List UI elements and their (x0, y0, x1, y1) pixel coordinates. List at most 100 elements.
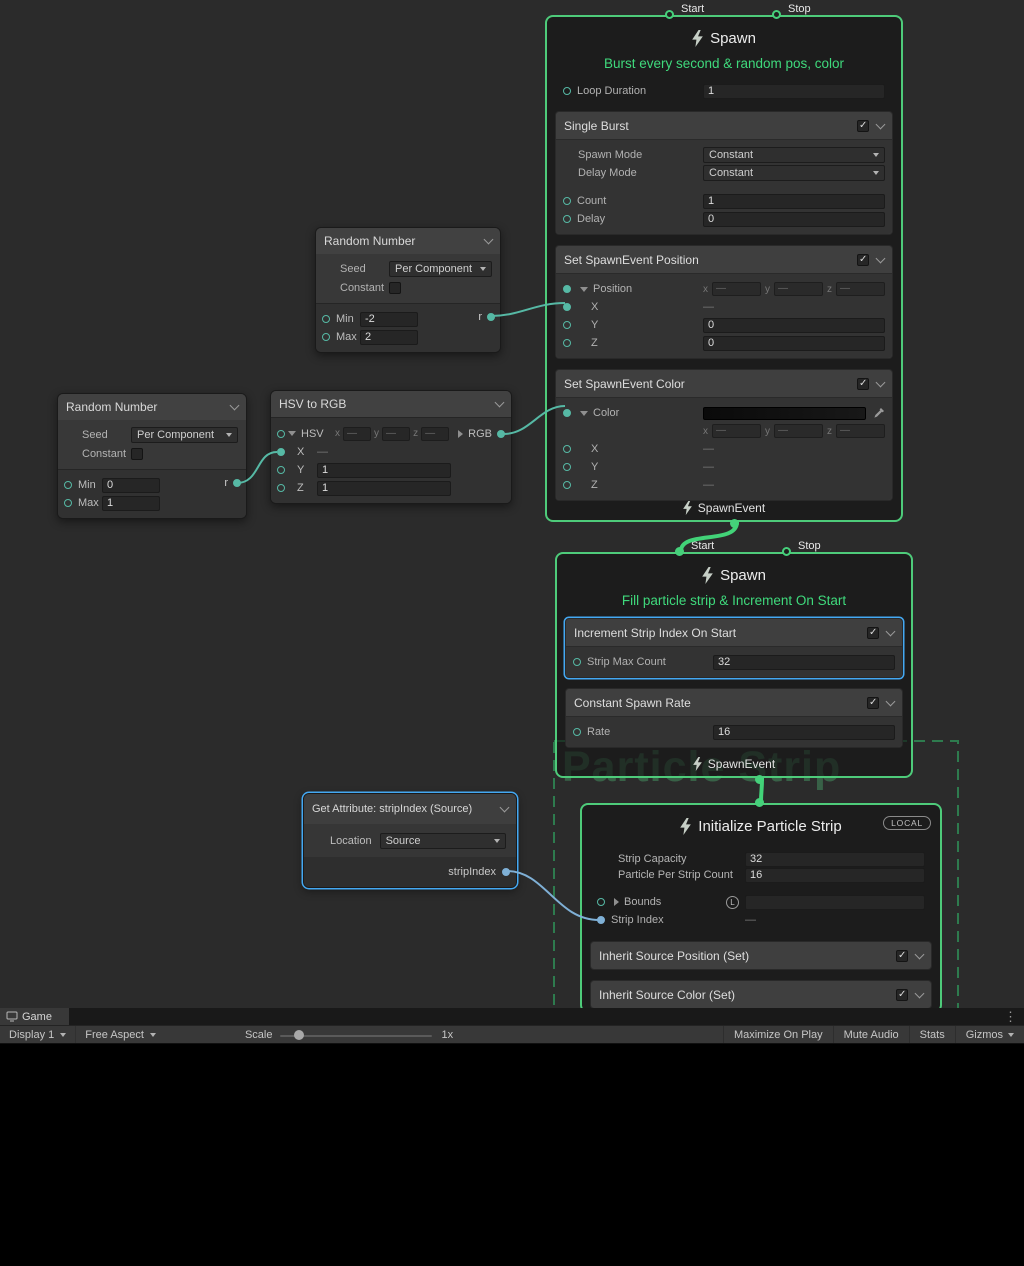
expand-down-icon[interactable] (288, 431, 296, 436)
particle-per-strip-field[interactable]: 16 (745, 868, 925, 883)
color-y-port[interactable] (563, 463, 571, 471)
block-inherit-source-position[interactable]: Inherit Source Position (Set) (590, 941, 932, 970)
input-flow-port[interactable] (755, 798, 764, 807)
block-collapse-chevron[interactable] (886, 696, 896, 706)
min-input-port[interactable] (64, 481, 72, 489)
collapse-chevron-icon[interactable] (230, 401, 240, 411)
expand-right-icon[interactable] (458, 430, 463, 438)
block-enabled-checkbox[interactable] (867, 627, 879, 639)
axis-x-field[interactable]: — (343, 427, 371, 441)
hsv-input-port[interactable] (277, 430, 285, 438)
r-output-port[interactable] (487, 313, 495, 321)
spawnevent-output-port[interactable] (755, 775, 764, 784)
strip-max-count-port[interactable] (573, 658, 581, 666)
context-initialize-particle-strip[interactable]: LOCAL Initialize Particle Strip Strip Ca… (580, 803, 942, 1013)
z-input-port[interactable] (277, 484, 285, 492)
block-collapse-chevron[interactable] (915, 988, 925, 998)
constant-checkbox[interactable] (131, 448, 143, 460)
delay-mode-dropdown[interactable]: Constant (703, 165, 885, 181)
block-collapse-chevron[interactable] (876, 119, 886, 129)
block-enabled-checkbox[interactable] (857, 254, 869, 266)
axis-z-field[interactable]: — (421, 427, 449, 441)
node-get-attribute-stripindex[interactable]: Get Attribute: stripIndex (Source) Locat… (303, 793, 517, 888)
node-random-number-2[interactable]: Random Number Seed Per Component Constan… (57, 393, 247, 519)
seed-dropdown[interactable]: Per Component (389, 261, 492, 277)
expand-down-icon[interactable] (580, 287, 588, 292)
y-field[interactable]: 1 (317, 463, 451, 478)
block-enabled-checkbox[interactable] (896, 989, 908, 1001)
strip-index-port[interactable] (597, 916, 605, 924)
stripindex-output-port[interactable] (502, 868, 510, 876)
aspect-dropdown[interactable]: Free Aspect (76, 1026, 165, 1043)
node-title-bar[interactable]: HSV to RGB (271, 391, 511, 417)
tab-game[interactable]: Game (0, 1008, 69, 1025)
context-spawn-strip[interactable]: Start Stop Spawn Fill particle strip & I… (555, 552, 913, 778)
min-input-port[interactable] (322, 315, 330, 323)
space-badge[interactable]: LOCAL (883, 816, 931, 830)
axis-z-field[interactable]: — (836, 424, 885, 438)
loop-duration-field[interactable]: 1 (703, 84, 885, 99)
block-enabled-checkbox[interactable] (857, 378, 869, 390)
local-space-icon[interactable]: L (726, 896, 739, 909)
color-swatch[interactable] (703, 407, 866, 420)
color-x-port[interactable] (563, 445, 571, 453)
node-hsv-to-rgb[interactable]: HSV to RGB HSV x— y— z— RGB X — (270, 390, 512, 504)
block-set-spawnevent-color[interactable]: Set SpawnEvent Color Color (555, 369, 893, 501)
bounds-field[interactable] (745, 895, 925, 910)
axis-y-field[interactable]: — (382, 427, 410, 441)
min-field[interactable]: -2 (360, 312, 418, 327)
max-input-port[interactable] (64, 499, 72, 507)
block-enabled-checkbox[interactable] (857, 120, 869, 132)
count-field[interactable]: 1 (703, 194, 885, 209)
collapse-chevron-icon[interactable] (500, 803, 510, 813)
gizmos-dropdown[interactable]: Gizmos (955, 1026, 1024, 1043)
position-x-port[interactable] (563, 303, 571, 311)
stop-flow-port[interactable] (782, 547, 791, 556)
scale-slider[interactable] (280, 1026, 432, 1043)
block-collapse-chevron[interactable] (876, 377, 886, 387)
z-field[interactable]: 1 (317, 481, 451, 496)
location-dropdown[interactable]: Source (380, 833, 506, 849)
maximize-on-play-button[interactable]: Maximize On Play (723, 1026, 833, 1043)
block-collapse-chevron[interactable] (876, 253, 886, 263)
y-input-port[interactable] (277, 466, 285, 474)
context-title[interactable]: Spawn (547, 25, 901, 51)
spawnevent-output-port[interactable] (730, 519, 739, 528)
context-spawn-burst[interactable]: Start Stop Spawn Burst every second & ra… (545, 15, 903, 522)
block-inherit-source-color[interactable]: Inherit Source Color (Set) (590, 980, 932, 1009)
rgb-output-port[interactable] (497, 430, 505, 438)
z-field[interactable]: 0 (703, 336, 885, 351)
strip-capacity-field[interactable]: 32 (745, 852, 925, 867)
strip-max-count-field[interactable]: 32 (713, 655, 895, 670)
max-field[interactable]: 2 (360, 330, 418, 345)
expand-right-icon[interactable] (614, 898, 619, 906)
block-constant-spawn-rate[interactable]: Constant Spawn Rate Rate 16 (565, 688, 903, 748)
position-z-port[interactable] (563, 339, 571, 347)
position-port[interactable] (563, 285, 571, 293)
max-field[interactable]: 1 (102, 496, 160, 511)
color-z-port[interactable] (563, 481, 571, 489)
block-collapse-chevron[interactable] (886, 626, 896, 636)
constant-checkbox[interactable] (389, 282, 401, 294)
axis-y-field[interactable]: — (774, 282, 823, 296)
position-y-port[interactable] (563, 321, 571, 329)
display-dropdown[interactable]: Display 1 (0, 1026, 76, 1043)
axis-x-field[interactable]: — (712, 282, 761, 296)
collapse-chevron-icon[interactable] (484, 235, 494, 245)
stop-flow-port[interactable] (772, 10, 781, 19)
rate-field[interactable]: 16 (713, 725, 895, 740)
stats-button[interactable]: Stats (909, 1026, 955, 1043)
start-flow-port[interactable] (665, 10, 674, 19)
axis-y-field[interactable]: — (774, 424, 823, 438)
block-enabled-checkbox[interactable] (867, 697, 879, 709)
seed-dropdown[interactable]: Per Component (131, 427, 238, 443)
axis-z-field[interactable]: — (836, 282, 885, 296)
node-title-bar[interactable]: Get Attribute: stripIndex (Source) (304, 794, 516, 824)
block-enabled-checkbox[interactable] (896, 950, 908, 962)
r-output-port[interactable] (233, 479, 241, 487)
delay-port[interactable] (563, 215, 571, 223)
start-flow-port[interactable] (675, 547, 684, 556)
bounds-port[interactable] (597, 898, 605, 906)
min-field[interactable]: 0 (102, 478, 160, 493)
node-random-number-1[interactable]: Random Number Seed Per Component Constan… (315, 227, 501, 353)
